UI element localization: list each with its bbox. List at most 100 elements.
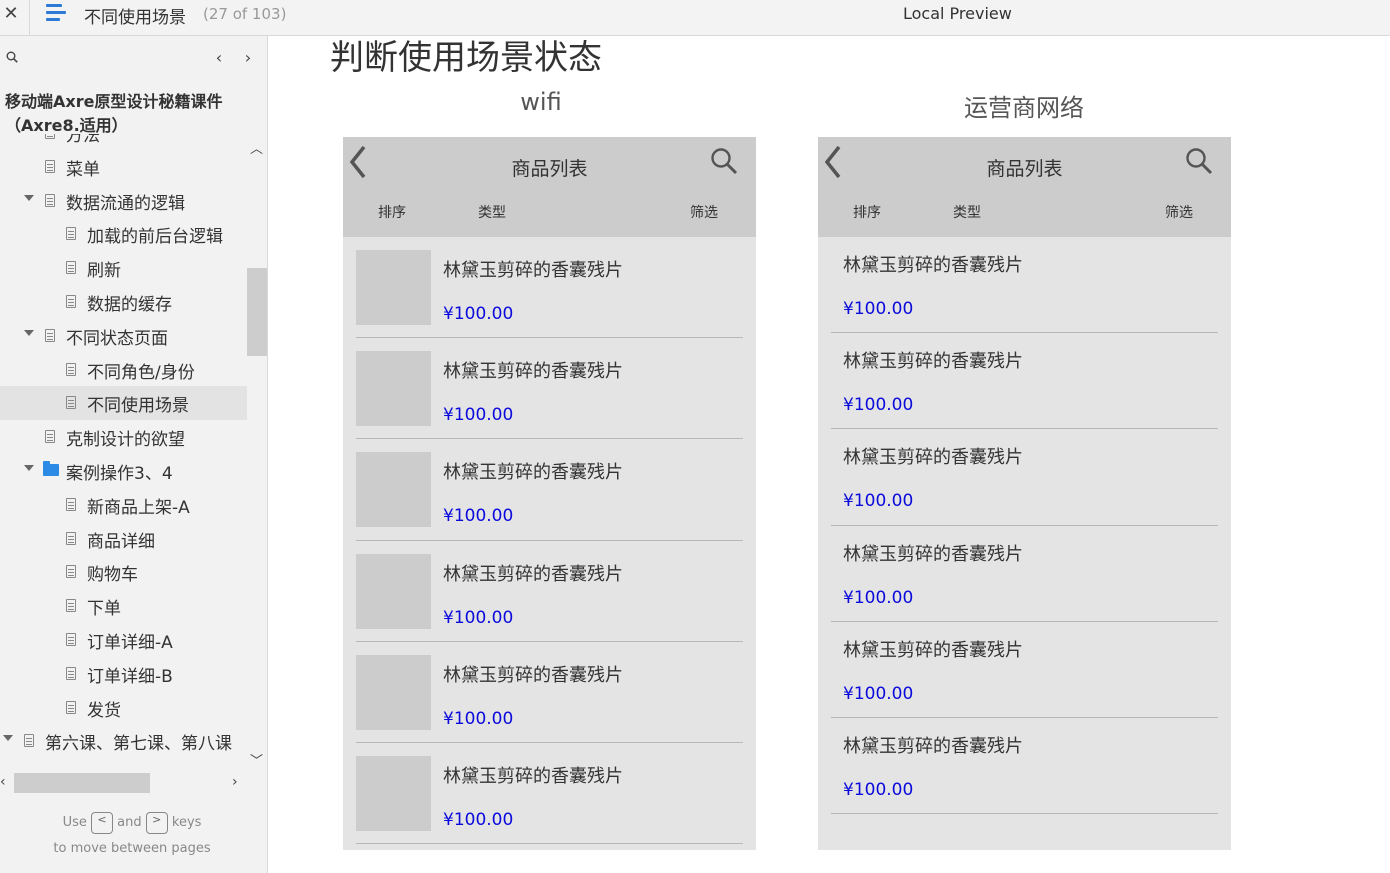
sidebar-item-label: 加载的前后台逻辑	[87, 227, 223, 248]
sidebar-item[interactable]: 订单详细-A	[0, 623, 247, 657]
expand-arrow-icon[interactable]	[24, 194, 34, 201]
sidebar-item[interactable]: 数据流通的逻辑	[0, 184, 247, 218]
sidebar-item-label: 下单	[87, 599, 121, 620]
tab-filter[interactable]: 筛选	[1165, 202, 1193, 222]
expand-arrow-icon[interactable]	[24, 465, 34, 471]
sidebar-item[interactable]: 菜单	[0, 150, 247, 184]
page-icon	[45, 193, 55, 207]
sidebar-item[interactable]: 克制设计的欲望	[0, 420, 247, 454]
tab-sort[interactable]: 排序	[853, 202, 881, 222]
product-thumbnail	[356, 756, 431, 831]
hint-and: and	[117, 815, 142, 830]
sidebar-item-label: 案例操作3、4	[66, 464, 173, 484]
product-price: ¥100.00	[443, 607, 514, 628]
preview-canvas: 判断使用场景状态 wifi 运营商网络 商品列表 排序 类型 筛选 林黛玉剪碎的香囊残片…	[268, 36, 1390, 873]
page-icon	[66, 227, 76, 241]
next-page-button[interactable]: ›	[241, 48, 255, 67]
horizontal-scrollbar[interactable]: ‹ ›	[0, 772, 247, 794]
prev-page-button[interactable]: ‹	[212, 48, 226, 67]
sidebar-item[interactable]: 刷新	[0, 251, 247, 285]
sidebar-item-label: 数据的缓存	[87, 295, 172, 315]
tab-type[interactable]: 类型	[953, 202, 981, 222]
product-name: 林黛玉剪碎的香囊残片	[443, 563, 623, 585]
page-icon	[24, 734, 34, 748]
sidebar-item[interactable]: 第六课、第七课、第八课	[0, 724, 247, 758]
list-item[interactable]: 林黛玉剪碎的香囊残片 ¥100.00	[831, 526, 1218, 622]
sidebar-item[interactable]: 订单详细-B	[0, 657, 247, 691]
sidebar-item[interactable]: 案例操作3、4	[0, 454, 247, 488]
product-price: ¥100.00	[443, 304, 514, 324]
list-item[interactable]: 林黛玉剪碎的香囊残片 ¥100.00	[356, 642, 743, 743]
page-icon	[66, 700, 76, 714]
tab-sort[interactable]: 排序	[378, 202, 406, 222]
product-name: 林黛玉剪碎的香囊残片	[443, 260, 623, 281]
page-tree: 方法菜单数据流通的逻辑加载的前后台逻辑 刷新数据的缓存不同状态页面不同角色/身份不…	[0, 134, 247, 774]
phone-header: 商品列表 排序 类型 筛选	[818, 137, 1231, 237]
sidebar-item-label: 数据流通的逻辑	[66, 193, 185, 214]
page-icon	[66, 396, 76, 410]
sidebar-item[interactable]: 发货	[0, 691, 247, 725]
sidebar-item-label: 订单详细-A	[87, 633, 173, 653]
page-icon	[66, 565, 76, 579]
scroll-down-icon[interactable]: ﹀	[250, 750, 263, 769]
sidebar-item[interactable]: 新商品上架-A	[0, 488, 247, 522]
page-icon	[66, 295, 76, 308]
product-price: ¥100.00	[443, 708, 514, 729]
sidebar-item[interactable]: 不同使用场景	[0, 386, 247, 421]
hint-line2: to move between pages	[53, 841, 211, 856]
phone-mockup-carrier: 商品列表 排序 类型 筛选 林黛玉剪碎的香囊残片 ¥100.00 林黛玉剪碎的香囊残片 ¥10…	[818, 137, 1231, 850]
list-item[interactable]: 林黛玉剪碎的香囊残片 ¥100.00	[356, 439, 743, 541]
list-item[interactable]: 林黛玉剪碎的香囊残片 ¥100.00	[356, 237, 743, 339]
expand-arrow-icon[interactable]	[24, 329, 34, 336]
tab-type[interactable]: 类型	[478, 202, 506, 222]
tab-filter[interactable]: 筛选	[690, 202, 718, 222]
sidebar-item[interactable]: 下单	[0, 589, 247, 623]
scroll-thumb[interactable]	[247, 268, 267, 356]
product-price: ¥100.00	[843, 587, 914, 608]
list-item[interactable]: 林黛玉剪碎的香囊残片 ¥100.00	[356, 541, 743, 642]
product-name: 林黛玉剪碎的香囊残片	[843, 543, 1023, 565]
sidebar-item[interactable]: 购物车	[0, 555, 247, 589]
sidebar-item-label: 购物车	[87, 565, 138, 586]
product-thumbnail	[356, 250, 431, 325]
sidebar-item[interactable]: 不同状态页面	[0, 319, 247, 353]
product-thumbnail	[356, 452, 431, 528]
scroll-left-icon[interactable]: ‹	[0, 774, 6, 790]
product-thumbnail	[356, 654, 431, 730]
sidebar-item-label: 刷新	[87, 261, 121, 282]
close-icon[interactable]: ✕	[3, 4, 19, 24]
vertical-scrollbar[interactable]: ︿ ﹀	[247, 134, 267, 774]
list-item[interactable]: 林黛玉剪碎的香囊残片 ¥100.00	[831, 333, 1218, 430]
list-item[interactable]: 林黛玉剪碎的香囊残片 ¥100.00	[831, 718, 1218, 815]
page-icon	[66, 362, 76, 376]
sidebar-item-label: 不同状态页面	[66, 328, 168, 349]
sidebar-item-label: 菜单	[66, 159, 100, 180]
page-icon	[45, 430, 55, 444]
column-title-wifi: wifi	[520, 88, 562, 116]
sidebar-item[interactable]: 方法	[0, 134, 247, 150]
product-price: ¥100.00	[443, 506, 514, 527]
sidebar-item[interactable]: 数据的缓存	[0, 285, 247, 319]
product-price: ¥100.00	[843, 491, 914, 512]
sidebar-item[interactable]: 加载的前后台逻辑	[0, 217, 247, 251]
scroll-right-icon[interactable]: ›	[232, 774, 238, 790]
list-item[interactable]: 林黛玉剪碎的香囊残片 ¥100.00	[831, 622, 1218, 718]
search-icon[interactable]	[6, 51, 18, 63]
scroll-thumb-horizontal[interactable]	[14, 773, 150, 793]
sidebar-item[interactable]: 商品详细	[0, 522, 247, 556]
product-price: ¥100.00	[843, 683, 914, 704]
product-price: ¥100.00	[843, 299, 914, 319]
search-icon[interactable]	[1185, 147, 1213, 175]
list-item[interactable]: 林黛玉剪碎的香囊残片 ¥100.00	[356, 743, 743, 845]
sidebar-item[interactable]: 不同角色/身份	[0, 353, 247, 387]
product-thumbnail	[356, 351, 431, 427]
list-item[interactable]: 林黛玉剪碎的香囊残片 ¥100.00	[831, 429, 1218, 526]
page-icon	[66, 531, 76, 545]
scroll-up-icon[interactable]: ︿	[250, 138, 263, 157]
list-item[interactable]: 林黛玉剪碎的香囊残片 ¥100.00	[356, 338, 743, 440]
search-icon[interactable]	[710, 147, 738, 175]
phone-header: 商品列表 排序 类型 筛选	[343, 137, 756, 237]
expand-arrow-icon[interactable]	[3, 735, 13, 742]
menu-icon[interactable]	[46, 4, 66, 22]
list-item[interactable]: 林黛玉剪碎的香囊残片 ¥100.00	[831, 237, 1218, 334]
